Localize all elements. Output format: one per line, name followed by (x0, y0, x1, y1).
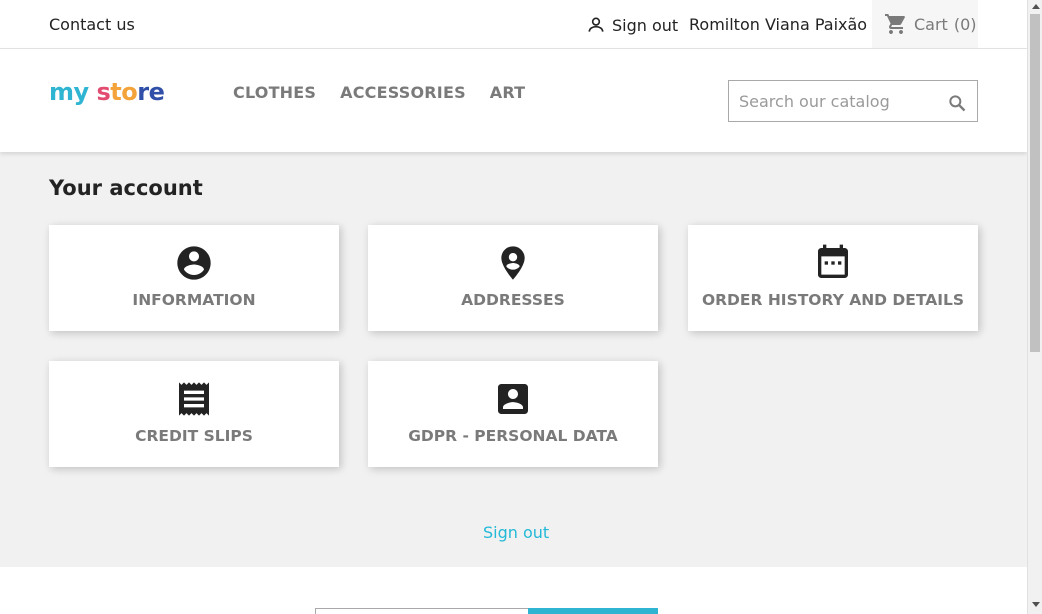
page-title: Your account (49, 176, 203, 200)
sign-out-link-top[interactable]: Sign out (586, 15, 678, 35)
newsletter-email-input[interactable] (315, 608, 529, 614)
menu-item-accessories[interactable]: ACCESSORIES (340, 83, 466, 102)
logo-part-2: s (88, 78, 111, 106)
scroll-down-arrow-icon[interactable] (1032, 602, 1040, 607)
tile-label: INFORMATION (132, 291, 256, 309)
scroll-thumb[interactable] (1030, 14, 1040, 352)
top-nav-bar: Contact us Sign out Romilton Viana Paixã… (0, 0, 1027, 49)
account-username-link[interactable]: Romilton Viana Paixão (689, 15, 867, 34)
tile-addresses[interactable]: ADDRESSES (368, 225, 658, 331)
site-header: my store CLOTHES ACCESSORIES ART (0, 49, 1027, 152)
tile-label: ADDRESSES (461, 291, 565, 309)
tile-credit-slips[interactable]: CREDIT SLIPS (49, 361, 339, 467)
cart-label: Cart (914, 14, 948, 34)
store-logo[interactable]: my store (49, 78, 165, 106)
contact-card-icon (498, 384, 528, 414)
tile-gdpr[interactable]: GDPR - PERSONAL DATA (368, 361, 658, 467)
search-icon[interactable] (947, 93, 967, 113)
page-scrollbar[interactable] (1027, 0, 1042, 614)
contact-us-link[interactable]: Contact us (49, 15, 135, 34)
sign-out-label: Sign out (612, 15, 679, 35)
menu-item-art[interactable]: ART (490, 83, 526, 102)
tile-label: CREDIT SLIPS (135, 427, 253, 445)
tile-label: GDPR - PERSONAL DATA (408, 427, 618, 445)
search-input[interactable] (729, 81, 929, 121)
main-menu: CLOTHES ACCESSORIES ART (233, 83, 525, 102)
shopping-cart-icon (885, 14, 905, 34)
tile-information[interactable]: INFORMATION (49, 225, 339, 331)
receipt-icon (179, 382, 209, 416)
scroll-up-arrow-icon[interactable] (1032, 4, 1040, 9)
logo-part-4: re (137, 78, 165, 106)
logo-part-1: my (49, 78, 89, 106)
newsletter-subscribe-button[interactable] (528, 608, 658, 614)
search-widget (728, 80, 978, 122)
tile-order-history[interactable]: ORDER HISTORY AND DETAILS (688, 225, 978, 331)
account-circle-icon (177, 246, 211, 280)
user-icon (588, 17, 604, 32)
footer-band (0, 567, 1027, 614)
calendar-icon (818, 244, 848, 278)
location-pin-icon (501, 246, 525, 280)
sign-out-link-bottom[interactable]: Sign out (483, 523, 549, 542)
cart-button[interactable]: Cart (0) (872, 0, 978, 48)
logo-part-3: to (110, 78, 138, 106)
tile-label: ORDER HISTORY AND DETAILS (701, 291, 965, 309)
cart-count: (0) (953, 14, 977, 34)
menu-item-clothes[interactable]: CLOTHES (233, 83, 316, 102)
